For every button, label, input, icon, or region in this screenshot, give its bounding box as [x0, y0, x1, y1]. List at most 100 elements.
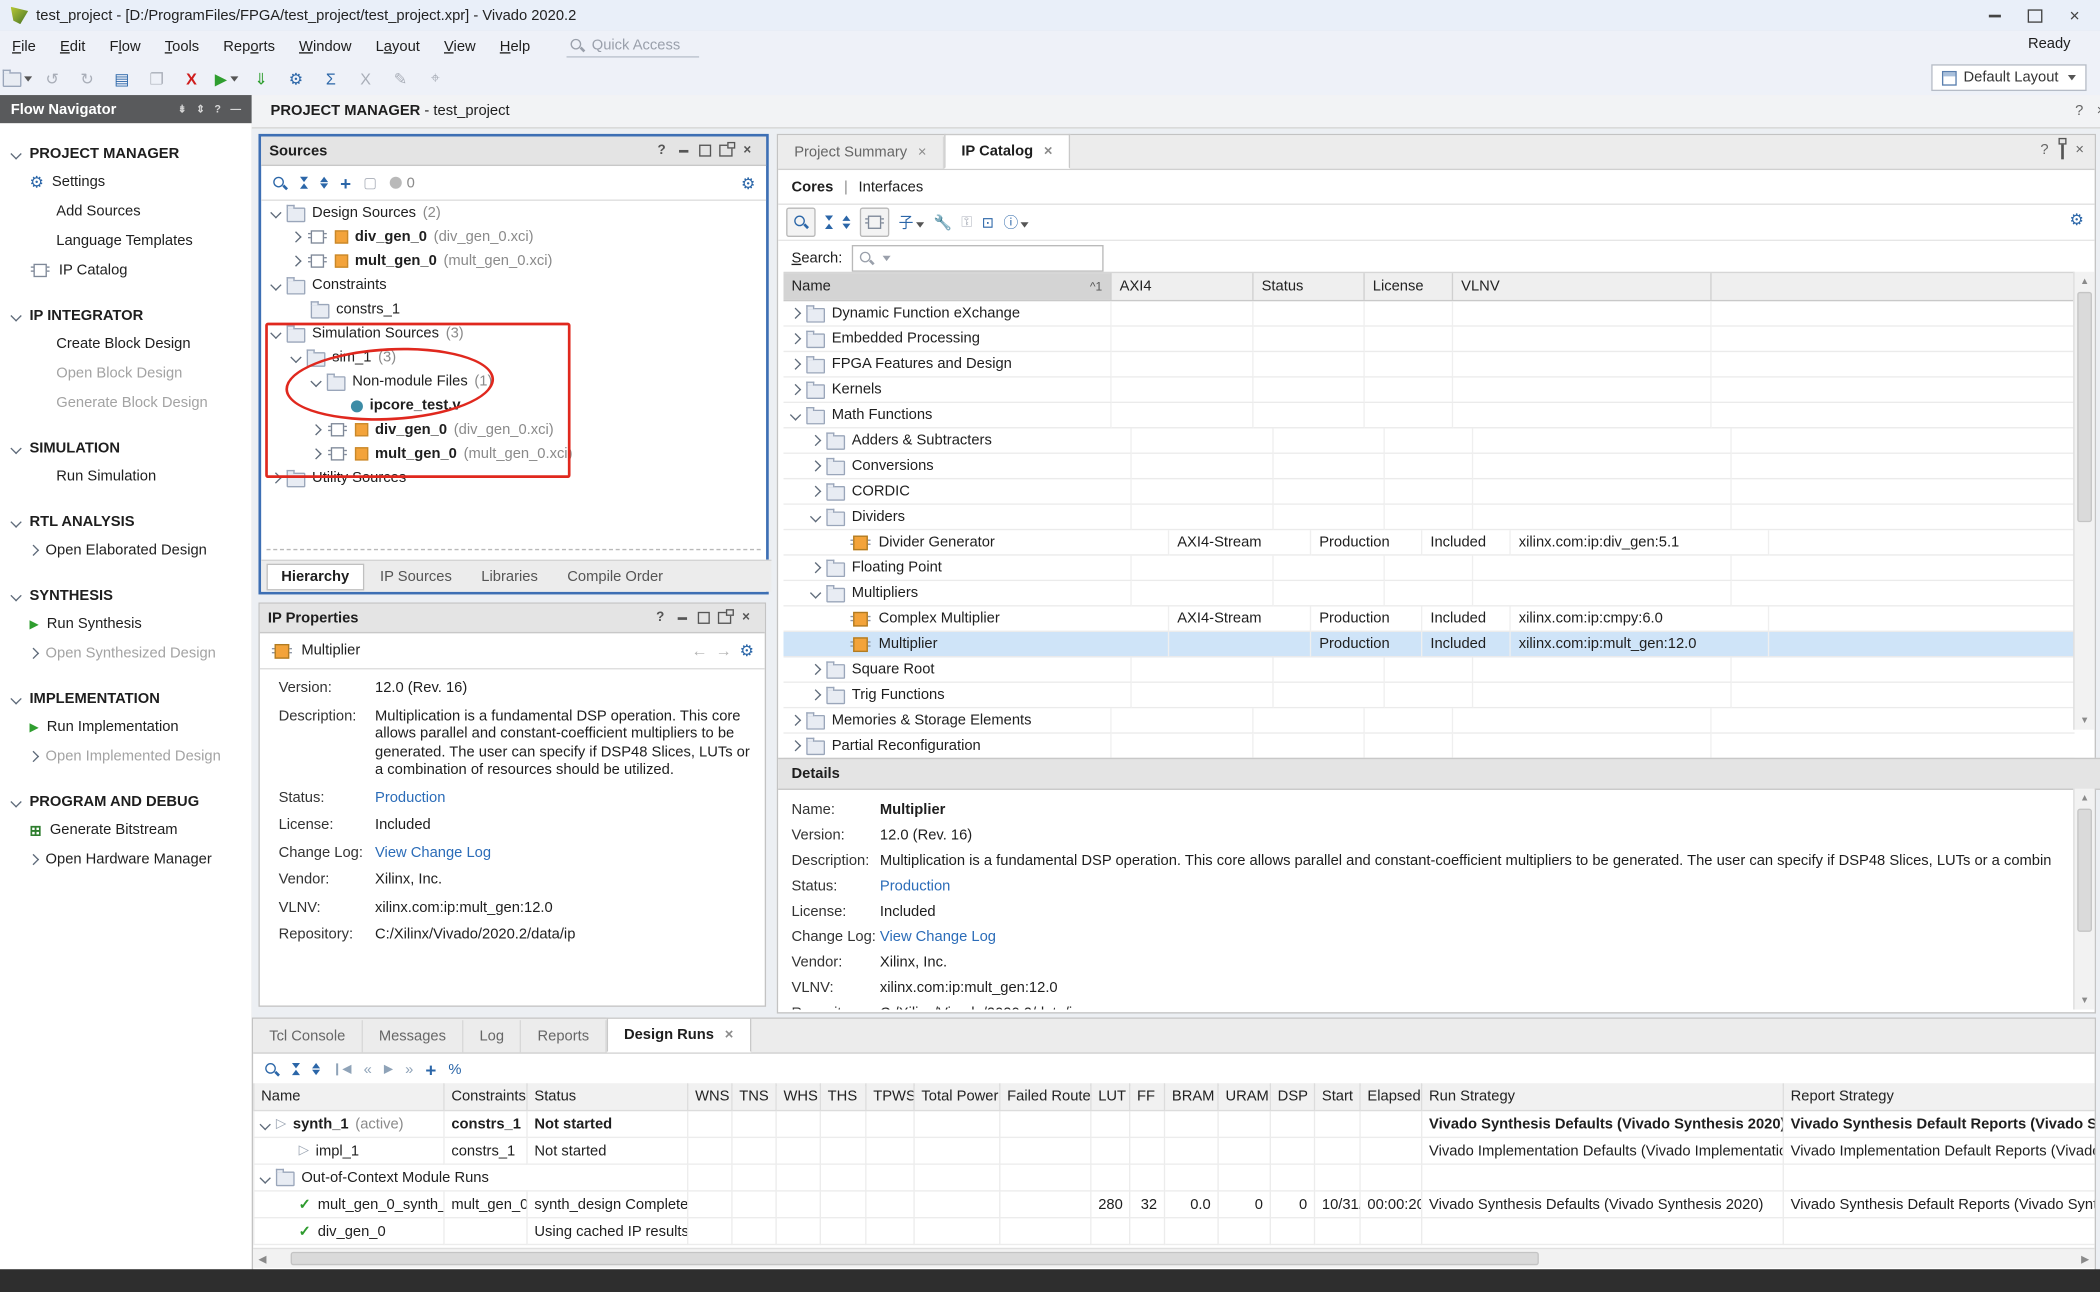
run-row-div-gen-0[interactable]: ✓div_gen_0Using cached IP results [254, 1218, 2095, 1245]
flow-nav-section-header[interactable]: RTL ANALYSIS [0, 507, 252, 535]
menu-item-view[interactable]: View [432, 34, 488, 58]
run-row-out-of-context-module-runs[interactable]: Out-of-Context Module Runs [254, 1164, 2095, 1191]
flow-nav-item-language-templates[interactable]: Language Templates [0, 226, 252, 255]
chevron-down-icon[interactable] [10, 310, 21, 321]
flow-nav-item-ip-catalog[interactable]: IP Catalog [0, 256, 252, 285]
tab-messages[interactable]: Messages [363, 1020, 464, 1052]
run-column-failed-routes[interactable]: Failed Routes [1000, 1083, 1091, 1110]
scroll-up-icon[interactable]: ▲ [2075, 272, 2095, 291]
run-column-run-strategy[interactable]: Run Strategy [1422, 1083, 1784, 1110]
scrollbar-thumb[interactable] [2077, 292, 2092, 522]
flow-nav-item-run-synthesis[interactable]: ▶Run Synthesis [0, 609, 252, 638]
forward-icon[interactable]: → [715, 641, 731, 660]
flow-nav-item-open-elaborated-design[interactable]: Open Elaborated Design [0, 536, 252, 565]
catalog-row-multipliers[interactable]: Multipliers [783, 581, 2074, 606]
expander-icon[interactable] [810, 460, 821, 471]
run-column-total-power[interactable]: Total Power [914, 1083, 1000, 1110]
expander-icon[interactable] [790, 409, 801, 420]
expand-all-icon[interactable] [312, 1063, 320, 1076]
customize-ip-icon[interactable]: 🔧 [933, 214, 951, 231]
menu-item-flow[interactable]: Flow [97, 34, 152, 58]
layout-selector[interactable]: Default Layout [1931, 64, 2086, 91]
group-by-hierarchy-icon[interactable]: ⼦ [899, 212, 924, 233]
expander-icon[interactable] [790, 333, 801, 344]
redo-button[interactable]: ↻ [70, 65, 105, 92]
catalog-row-square-root[interactable]: Square Root [783, 657, 2074, 682]
expander-icon[interactable] [810, 435, 821, 446]
help-icon[interactable]: ? [2040, 142, 2048, 158]
help-icon[interactable]: ? [651, 141, 672, 161]
flow-nav-item-add-sources[interactable]: Add Sources [0, 197, 252, 226]
collapse-all-icon[interactable] [292, 1063, 300, 1076]
catalog-row-dynamic-function-exchange[interactable]: Dynamic Function eXchange [783, 301, 2074, 326]
run-column-tns[interactable]: TNS [732, 1083, 776, 1110]
subtab-interfaces[interactable]: Interfaces [859, 179, 924, 195]
run-column-start[interactable]: Start [1315, 1083, 1361, 1110]
catalog-row-math-functions[interactable]: Math Functions [783, 403, 2074, 428]
maximize-button[interactable] [2014, 3, 2054, 28]
run-column-report-strategy[interactable]: Report Strategy [1783, 1083, 2094, 1110]
tab-ip-catalog[interactable]: IP Catalog× [944, 134, 1070, 169]
sources-tab-ip-sources[interactable]: IP Sources [367, 564, 466, 588]
field-value[interactable]: View Change Log [880, 928, 996, 944]
catalog-row-divider-generator[interactable]: Divider GeneratorAXI4-StreamProductionIn… [783, 530, 2074, 555]
flow-nav-section-header[interactable]: IP INTEGRATOR [0, 301, 252, 329]
collapse-all-icon[interactable] [300, 176, 308, 189]
close-icon[interactable]: × [737, 141, 758, 161]
run-button[interactable]: ▶ [209, 65, 244, 92]
chevron-right-icon[interactable] [28, 648, 39, 659]
column-header-name[interactable]: Name^1 [783, 273, 1111, 300]
create-run-icon[interactable]: + [425, 1058, 436, 1079]
expander-icon[interactable] [259, 1172, 270, 1183]
flow-nav-item-open-hardware-manager[interactable]: Open Hardware Manager [0, 845, 252, 874]
expander-icon[interactable] [790, 384, 801, 395]
menu-item-file[interactable]: File [0, 34, 48, 58]
run-row-mult-gen-0-synth-1[interactable]: ✓mult_gen_0_synth_1mult_gen_0synth_desig… [254, 1191, 2095, 1218]
chevron-down-icon[interactable] [10, 148, 21, 159]
chevron-right-icon[interactable] [28, 545, 39, 556]
close-icon[interactable]: × [918, 145, 927, 161]
float-icon[interactable] [714, 608, 735, 628]
expander-icon[interactable] [790, 740, 801, 751]
tab-project-summary[interactable]: Project Summary× [778, 137, 944, 169]
scrollbar-thumb[interactable] [2077, 809, 2092, 932]
help-icon[interactable]: ? [2075, 103, 2083, 119]
menu-item-edit[interactable]: Edit [48, 34, 98, 58]
tab-design-runs[interactable]: Design Runs× [607, 1018, 751, 1053]
play-run-icon[interactable]: ▶ [384, 1062, 393, 1077]
chevron-right-icon[interactable] [28, 751, 39, 762]
tab-reports[interactable]: Reports [521, 1020, 606, 1052]
sources-tab-hierarchy[interactable]: Hierarchy [267, 563, 364, 590]
menu-item-tools[interactable]: Tools [153, 34, 212, 58]
sources-tree-item-div-gen-0[interactable]: div_gen_0 (div_gen_0.xci) [261, 225, 766, 249]
expander-icon[interactable] [290, 255, 301, 266]
run-column-dsp[interactable]: DSP [1270, 1083, 1314, 1110]
catalog-row-trig-functions[interactable]: Trig Functions [783, 683, 2074, 708]
expander-icon[interactable] [810, 511, 821, 522]
details-scrollbar[interactable]: ▲ ▼ [2073, 789, 2094, 1010]
open-project-button[interactable] [0, 65, 35, 92]
ip-search-input[interactable] [852, 245, 1104, 272]
expander-icon[interactable] [810, 664, 821, 675]
flow-nav-item-generate-bitstream[interactable]: ⊞Generate Bitstream [0, 815, 252, 844]
gear-icon[interactable]: ⚙ [740, 643, 754, 659]
run-column-elapsed[interactable]: Elapsed [1360, 1083, 1422, 1110]
sources-tree-item-design-sources[interactable]: Design Sources (2) [261, 201, 766, 225]
collapse-all-icon[interactable] [825, 216, 833, 229]
sources-tree-item-mult-gen-0[interactable]: mult_gen_0 (mult_gen_0.xci) [261, 249, 766, 273]
expander-icon[interactable] [790, 715, 801, 726]
run-column-lut[interactable]: LUT [1091, 1083, 1130, 1110]
flow-nav-item-run-simulation[interactable]: Run Simulation [0, 462, 252, 491]
flow-nav-item-run-implementation[interactable]: ▶Run Implementation [0, 712, 252, 741]
info-icon[interactable]: ⓘ [1004, 212, 1029, 233]
run-row-synth-1[interactable]: ▷synth_1 (active)constrs_1Not startedViv… [254, 1111, 2095, 1138]
expander-icon[interactable] [790, 308, 801, 319]
add-sources-icon[interactable]: + [340, 172, 351, 193]
percent-icon[interactable]: % [448, 1061, 461, 1077]
tab-tcl-console[interactable]: Tcl Console [253, 1020, 363, 1052]
float-icon[interactable] [2061, 142, 2064, 158]
run-row-impl-1[interactable]: ▷impl_1constrs_1Not startedVivado Implem… [254, 1137, 2095, 1164]
quick-access-input[interactable]: Quick Access [566, 35, 699, 58]
catalog-scrollbar[interactable]: ▲ ▼ [2073, 272, 2094, 730]
device-icon[interactable]: ⊡ [982, 214, 994, 231]
